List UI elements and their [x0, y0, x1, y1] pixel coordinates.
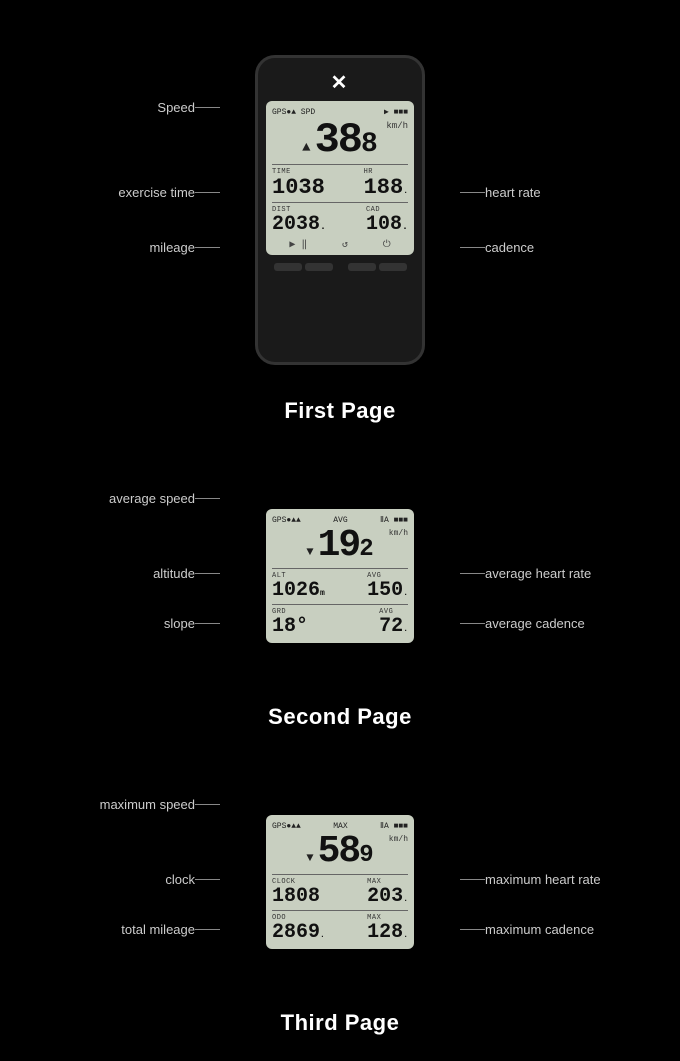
d3-odo-cell: ODO 2869.	[272, 914, 325, 943]
d3-clock-hr-row: CLOCK 1808 MAX 203.	[272, 878, 408, 907]
d2-alt-hr-row: ALT 1026m AVG 150.	[272, 572, 408, 601]
device1: ✕ GPS●▲ SPD ▶ ■■■ km/h ▲ 38 8	[255, 55, 425, 365]
second-left-annotations: average speed altitude slope	[0, 456, 220, 696]
cad-value: 108.	[366, 215, 408, 235]
d2-avgcad-cell: AVG 72.	[379, 608, 408, 637]
hw-btn-3[interactable]	[348, 263, 376, 271]
d3-maxhr-value: 203.	[367, 887, 408, 907]
d3-clock-cell: CLOCK 1808	[272, 878, 320, 907]
third-page-section: maximum speed clock total mileage GPS●▲▲…	[0, 742, 680, 1048]
dist-cad-row: DIST 2038. CAD 108.	[272, 206, 408, 235]
second-right-annotations: average heart rate average cadence	[460, 456, 680, 696]
speed-decimal: 8	[361, 131, 378, 159]
hw-btn-2[interactable]	[305, 263, 333, 271]
third-right-annotations: maximum heart rate maximum cadence	[460, 762, 680, 1002]
hr-value: 188.	[364, 177, 408, 199]
d2-alt-value: 1026m	[272, 581, 325, 601]
third-left-annotations: maximum speed clock total mileage	[0, 762, 220, 1002]
hw-btn-1[interactable]	[274, 263, 302, 271]
d3-speed-main: 58	[318, 833, 360, 871]
max-speed-annotation: maximum speed	[100, 797, 220, 812]
d3-odo-value: 2869.	[272, 923, 325, 943]
device-logo: ✕	[331, 70, 350, 95]
hw-btn-4[interactable]	[379, 263, 407, 271]
avg-speed-annotation: average speed	[109, 491, 220, 506]
hw-buttons	[266, 263, 414, 271]
heart-rate-annotation: heart rate	[460, 185, 541, 200]
clock-annotation: clock	[165, 872, 220, 887]
time-value: 1038	[272, 177, 325, 199]
total-mileage-annotation: total mileage	[121, 922, 220, 937]
first-page-section: Speed exercise time mileage ✕ GPS●▲ SPD …	[0, 0, 680, 436]
d2-triangle: ▼	[306, 545, 313, 559]
speed-annotation: Speed	[157, 100, 220, 115]
d2-unit: km/h	[389, 529, 408, 538]
speed-unit: km/h	[386, 121, 408, 131]
avg-hr-annotation: average heart rate	[460, 566, 591, 581]
mileage-annotation: mileage	[149, 240, 220, 255]
cadence-annotation: cadence	[460, 240, 534, 255]
cad-cell: CAD 108.	[366, 206, 408, 235]
speed-triangle: ▲	[302, 140, 310, 156]
avg-cadence-annotation: average cadence	[460, 616, 585, 631]
d2-alt-cell: ALT 1026m	[272, 572, 325, 601]
hr-cell: HR 188.	[364, 168, 408, 199]
device3: GPS●▲▲ MAX ⅡA ■■■ km/h ▼ 58 9 CLOCK 1808…	[266, 815, 414, 949]
speed-display: km/h ▲ 38 8	[272, 119, 408, 161]
d2-speed-display: km/h ▼ 19 2	[272, 527, 408, 565]
second-page-section: average speed altitude slope GPS●▲▲ AVG …	[0, 436, 680, 742]
slope-annotation: slope	[164, 616, 220, 631]
d3-maxcad-cell: MAX 128.	[367, 914, 408, 943]
altitude-annotation: altitude	[153, 566, 220, 581]
lcd-screen-1: GPS●▲ SPD ▶ ■■■ km/h ▲ 38 8 TIME 1038	[266, 101, 414, 255]
first-page-title: First Page	[284, 398, 395, 424]
d3-maxcad-value: 128.	[367, 923, 408, 943]
dist-value: 2038.	[272, 215, 326, 235]
time-cell: TIME 1038	[272, 168, 325, 199]
first-left-annotations: Speed exercise time mileage	[0, 30, 220, 390]
time-hr-row: TIME 1038 HR 188.	[272, 168, 408, 199]
d3-maxhr-cell: MAX 203.	[367, 878, 408, 907]
max-cadence-annotation: maximum cadence	[460, 922, 594, 937]
max-hr-annotation: maximum heart rate	[460, 872, 601, 887]
d2-avgcad-value: 72.	[379, 617, 408, 637]
first-right-annotations: heart rate cadence	[460, 30, 680, 390]
d2-grd-cell: GRD 18°	[272, 608, 308, 637]
d3-odo-cad-row: ODO 2869. MAX 128.	[272, 914, 408, 943]
control-icons: ▶ ‖ ↺ ⏻	[272, 239, 408, 251]
d3-unit: km/h	[389, 835, 408, 844]
d2-avghr-cell: AVG 150.	[367, 572, 408, 601]
device2: GPS●▲▲ AVG ⅡA ■■■ km/h ▼ 19 2 ALT 1026m …	[266, 509, 414, 643]
d3-clock-value: 1808	[272, 887, 320, 907]
exercise-time-annotation: exercise time	[118, 185, 220, 200]
second-page-title: Second Page	[268, 704, 412, 730]
d3-triangle: ▼	[306, 851, 313, 865]
dist-cell: DIST 2038.	[272, 206, 326, 235]
speed-main: 38	[315, 119, 361, 161]
d2-speed-main: 19	[318, 527, 360, 565]
d3-speed-display: km/h ▼ 58 9	[272, 833, 408, 871]
d3-speed-decimal: 9	[359, 844, 373, 868]
d2-avghr-value: 150.	[367, 581, 408, 601]
third-page-title: Third Page	[281, 1010, 400, 1036]
d2-grd-value: 18°	[272, 617, 308, 637]
d2-grd-cad-row: GRD 18° AVG 72.	[272, 608, 408, 637]
d2-speed-decimal: 2	[359, 538, 373, 562]
